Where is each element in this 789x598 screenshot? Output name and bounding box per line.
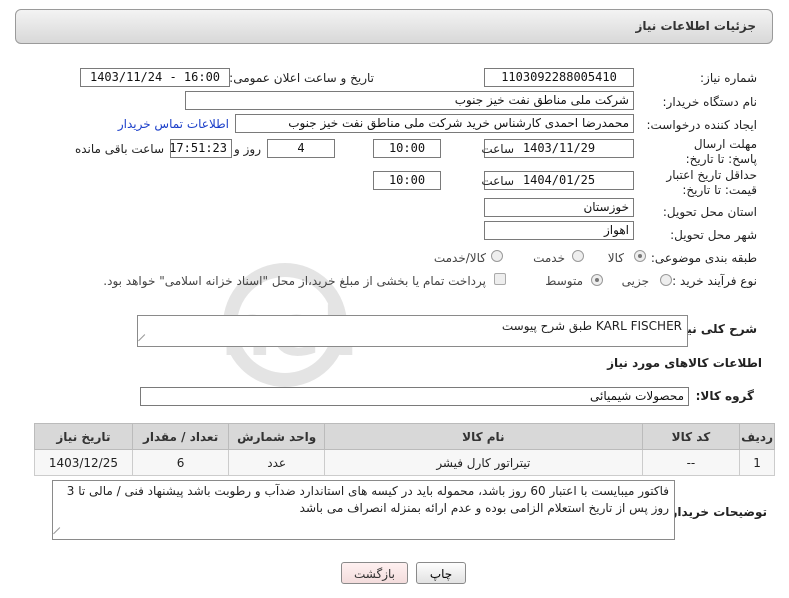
process-option-medium: متوسط [545,274,583,288]
goods-info-heading: اطلاعات کالاهای مورد نیاز [607,356,762,370]
buyer-notes-label: توضیحات خریدار: [665,505,767,519]
province-label: استان محل تحویل: [662,205,757,219]
deadline-label: مهلت ارسال پاسخ: تا تاریخ: [685,137,757,166]
col-item-code: کد کالا [641,423,741,450]
header-panel: جزئیات اطلاعات نیاز [15,9,773,44]
days-label: روز و [234,142,261,156]
description-text: KARL FISCHER طبق شرح پیوست [501,319,682,333]
city-label: شهر محل تحویل: [670,228,757,242]
treasury-payment-checkbox[interactable] [494,273,506,285]
price-validity-time-field: 10:00 [373,171,441,190]
province-field: خوزستان [484,198,634,217]
need-number-field: 1103092288005410 [484,68,634,87]
category-option-service: خدمت [533,251,565,265]
goods-table: ردیف کد کالا نام کالا واحد شمارش تعداد /… [34,423,775,476]
deadline-time-field: 10:00 [373,139,441,158]
process-option-minor: جزیی [621,274,649,288]
back-button[interactable]: بازگشت [341,562,408,584]
category-radio-goods[interactable] [634,250,646,262]
creator-label: ایجاد کننده درخواست: [646,118,757,132]
remaining-label: ساعت باقی مانده [74,142,164,156]
price-validity-label: حداقل تاریخ اعتبار قیمت: تا تاریخ: [666,168,757,197]
buyer-notes-field: فاکتور میبایست با اعتبار 60 روز باشد، مح… [52,480,675,540]
process-radio-medium[interactable] [591,274,603,286]
category-radio-goods-service[interactable] [491,250,503,262]
price-validity-time-label: ساعت [481,174,514,188]
cell-row-number: 1 [739,449,775,476]
deadline-time-label: ساعت [481,142,514,156]
process-label: نوع فرآیند خرید : [672,274,757,288]
buyer-notes-text: فاکتور میبایست با اعتبار 60 روز باشد، مح… [66,484,669,515]
cell-item-code: -- [641,449,741,476]
announce-label: تاریخ و ساعت اعلان عمومی: [229,71,374,85]
col-unit: واحد شمارش [228,423,325,450]
cell-item-name: تیتراتور کارل فیشر [323,449,643,476]
page-title: جزئیات اطلاعات نیاز [635,19,756,33]
creator-field: محمدرضا احمدی کارشناس خرید شرکت ملی مناط… [235,114,634,133]
need-number-label: شماره نیاز: [700,71,757,85]
category-radio-service[interactable] [572,250,584,262]
cell-unit: عدد [228,449,325,476]
print-button[interactable]: چاپ [416,562,466,584]
city-field: اهواز [484,221,634,240]
table-row: 1 -- تیتراتور کارل فیشر عدد 6 1403/12/25 [34,449,775,476]
col-item-name: نام کالا [323,423,643,450]
cell-quantity: 6 [131,449,230,476]
buyer-org-field: شرکت ملی مناطق نفت خیز جنوب [185,91,634,110]
col-row-number: ردیف [739,423,775,450]
contact-info-link[interactable]: اطلاعات تماس خریدار [118,117,229,131]
category-label: طبقه بندی موضوعی: [650,251,757,265]
category-option-goods: کالا [607,251,624,265]
goods-group-field: محصولات شیمیائی [140,387,689,406]
col-need-date: تاریخ نیاز [34,423,133,450]
cell-need-date: 1403/12/25 [34,449,133,476]
description-field: KARL FISCHER طبق شرح پیوست [137,315,688,347]
resize-handle-icon [53,527,66,539]
resize-handle-icon [138,334,151,346]
remaining-time-field: 17:51:23 [170,139,232,158]
days-remaining-field: 4 [267,139,335,158]
goods-group-label: گروه کالا: [695,389,754,403]
category-option-goods-service: کالا/خدمت [433,251,486,265]
announce-datetime-field: 1403/11/24 - 16:00 [80,68,230,87]
buyer-org-label: نام دستگاه خریدار: [662,95,758,109]
process-radio-minor[interactable] [660,274,672,286]
goods-table-header-row: ردیف کد کالا نام کالا واحد شمارش تعداد /… [34,423,775,450]
treasury-payment-note: پرداخت تمام یا بخشی از مبلغ خرید،از محل … [103,274,486,288]
col-quantity: تعداد / مقدار [131,423,230,450]
